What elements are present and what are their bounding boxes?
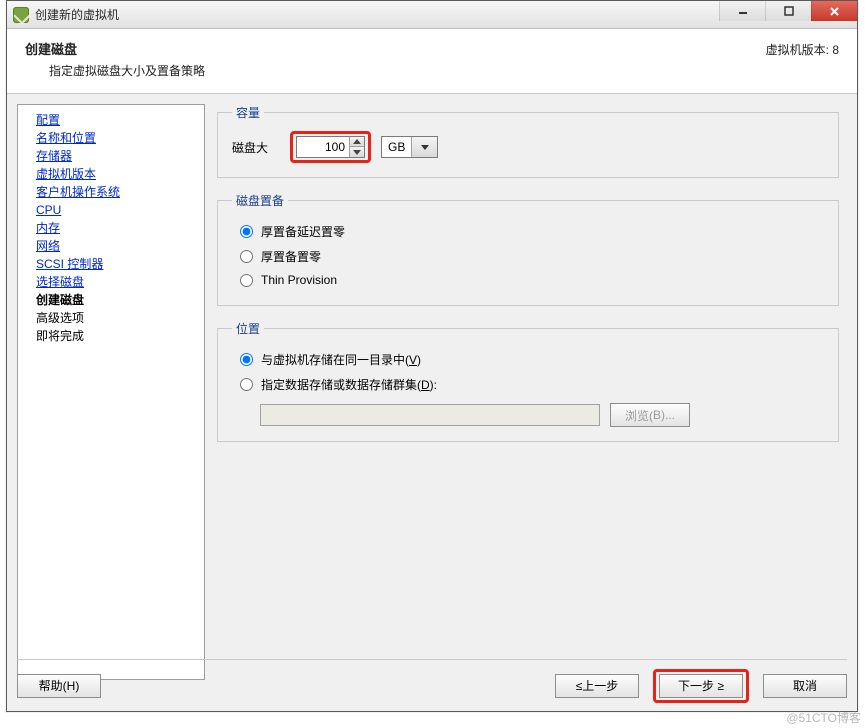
disk-size-label: 磁盘大 bbox=[232, 139, 280, 156]
radio-thick-lazy[interactable]: 厚置备延迟置零 bbox=[232, 219, 824, 244]
minimize-icon bbox=[738, 6, 748, 16]
sidebar-item-network[interactable]: 网络 bbox=[36, 237, 194, 255]
radio-thin[interactable]: Thin Provision bbox=[232, 269, 824, 291]
spinner-down[interactable] bbox=[350, 147, 364, 157]
radio-location-datastore-input[interactable] bbox=[240, 378, 253, 391]
location-group: 位置 与虚拟机存储在同一目录中(V) 指定数据存储或数据存储群集(D): 浏览(… bbox=[217, 320, 839, 442]
radio-thick-eager-input[interactable] bbox=[240, 250, 253, 263]
help-button[interactable]: 帮助(H) bbox=[17, 674, 101, 698]
provisioning-legend: 磁盘置备 bbox=[232, 192, 288, 209]
sidebar-item-select-disk[interactable]: 选择磁盘 bbox=[36, 273, 194, 291]
minimize-button[interactable] bbox=[719, 1, 765, 21]
sidebar-item-memory[interactable]: 内存 bbox=[36, 219, 194, 237]
sidebar-item-scsi[interactable]: SCSI 控制器 bbox=[36, 255, 194, 273]
vm-version-label: 虚拟机版本: 8 bbox=[766, 41, 839, 58]
disk-size-spinner[interactable] bbox=[296, 136, 365, 158]
location-legend: 位置 bbox=[232, 320, 264, 337]
sidebar-item-ready: 即将完成 bbox=[36, 327, 194, 345]
cancel-button[interactable]: 取消 bbox=[763, 674, 847, 698]
select-arrow bbox=[411, 137, 437, 157]
chevron-up-icon bbox=[353, 139, 361, 144]
maximize-icon bbox=[784, 6, 794, 16]
radio-location-same-input[interactable] bbox=[240, 353, 253, 366]
footer: 帮助(H) ≤上一步 下一步 ≥ 取消 bbox=[17, 659, 847, 701]
maximize-button[interactable] bbox=[765, 1, 811, 21]
chevron-down-icon bbox=[353, 150, 361, 155]
window-buttons bbox=[719, 1, 857, 21]
next-button[interactable]: 下一步 ≥ bbox=[659, 674, 743, 698]
browse-button: 浏览(B)... bbox=[610, 403, 690, 427]
titlebar: 创建新的虚拟机 bbox=[7, 1, 857, 29]
sidebar-item-name-location[interactable]: 名称和位置 bbox=[36, 129, 194, 147]
close-icon bbox=[829, 6, 840, 17]
highlight-next: 下一步 ≥ bbox=[653, 669, 749, 703]
spinner-up[interactable] bbox=[350, 137, 364, 147]
radio-location-same[interactable]: 与虚拟机存储在同一目录中(V) bbox=[232, 347, 824, 372]
wizard-window: 创建新的虚拟机 创建磁盘 指定虚拟磁盘大小及置备策略 虚拟机版本: 8 bbox=[6, 0, 858, 712]
sidebar-item-vm-version[interactable]: 虚拟机版本 bbox=[36, 165, 194, 183]
page-subtitle: 指定虚拟磁盘大小及置备策略 bbox=[25, 62, 205, 79]
sidebar-item-cpu[interactable]: CPU bbox=[36, 201, 194, 219]
back-button[interactable]: ≤上一步 bbox=[555, 674, 639, 698]
disk-size-input[interactable] bbox=[297, 137, 349, 157]
window-title: 创建新的虚拟机 bbox=[35, 6, 119, 23]
capacity-legend: 容量 bbox=[232, 104, 264, 121]
header-strip: 创建磁盘 指定虚拟磁盘大小及置备策略 虚拟机版本: 8 bbox=[7, 29, 857, 94]
body: 配置 名称和位置 存储器 虚拟机版本 客户机操作系统 CPU 内存 网络 SCS… bbox=[7, 94, 857, 680]
sidebar: 配置 名称和位置 存储器 虚拟机版本 客户机操作系统 CPU 内存 网络 SCS… bbox=[17, 104, 205, 680]
sidebar-item-guest-os[interactable]: 客户机操作系统 bbox=[36, 183, 194, 201]
radio-thick-eager[interactable]: 厚置备置零 bbox=[232, 244, 824, 269]
disk-size-unit-select[interactable]: GB bbox=[381, 136, 438, 158]
datastore-path-input bbox=[260, 404, 600, 426]
chevron-down-icon bbox=[421, 145, 429, 150]
highlight-disk-size bbox=[290, 131, 371, 163]
sidebar-item-storage[interactable]: 存储器 bbox=[36, 147, 194, 165]
watermark: @51CTO博客 bbox=[786, 709, 861, 726]
vsphere-icon bbox=[13, 7, 29, 23]
close-button[interactable] bbox=[811, 1, 857, 21]
radio-thin-input[interactable] bbox=[240, 274, 253, 287]
sidebar-item-create-disk: 创建磁盘 bbox=[36, 291, 194, 309]
sidebar-item-advanced: 高级选项 bbox=[36, 309, 194, 327]
radio-thick-lazy-input[interactable] bbox=[240, 225, 253, 238]
page-title: 创建磁盘 bbox=[25, 39, 205, 58]
provisioning-group: 磁盘置备 厚置备延迟置零 厚置备置零 Thin Provision bbox=[217, 192, 839, 306]
main-panel: 容量 磁盘大 bbox=[205, 104, 847, 680]
capacity-group: 容量 磁盘大 bbox=[217, 104, 839, 178]
radio-location-datastore[interactable]: 指定数据存储或数据存储群集(D): bbox=[232, 372, 824, 397]
disk-size-unit-value: GB bbox=[382, 140, 411, 154]
sidebar-item-config[interactable]: 配置 bbox=[36, 111, 194, 129]
